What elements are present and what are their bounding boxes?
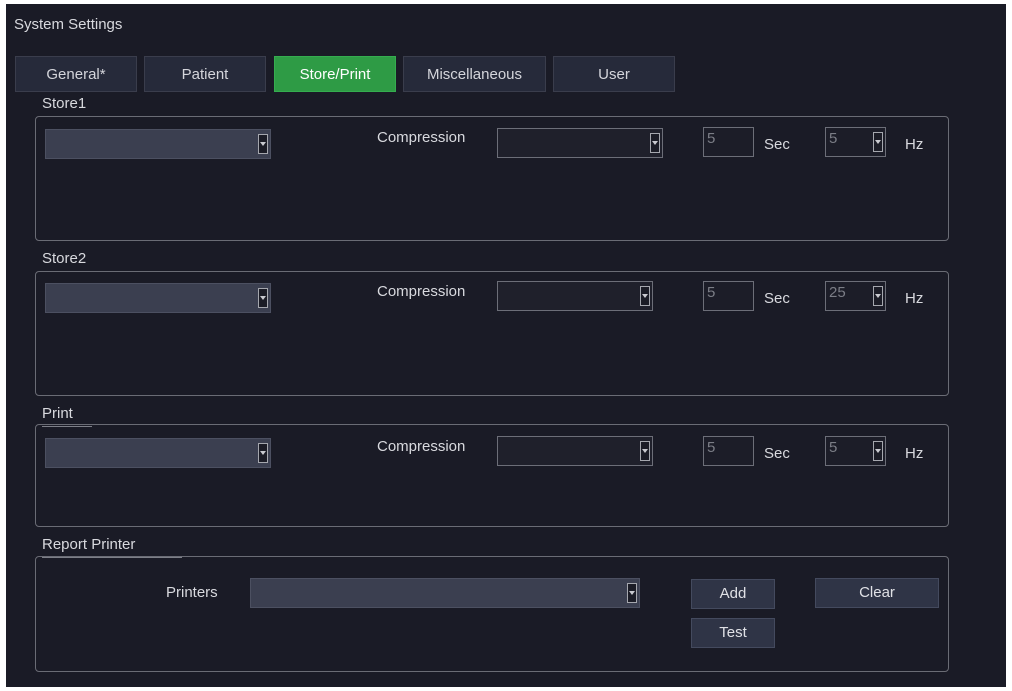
print-device-dropdown[interactable] — [45, 438, 271, 468]
print-rate-value: 5 — [829, 439, 838, 456]
report-printer-group-box — [35, 556, 949, 672]
store2-seconds-input[interactable]: 5 — [703, 281, 754, 311]
print-seconds-unit: Sec — [764, 445, 790, 462]
add-button[interactable]: Add — [691, 579, 775, 609]
store2-seconds-unit: Sec — [764, 290, 790, 307]
tab-miscellaneous[interactable]: Miscellaneous — [403, 56, 546, 92]
print-rate-spinner[interactable]: 5 — [825, 436, 886, 466]
chevron-down-icon[interactable] — [873, 286, 883, 306]
chevron-down-icon — [640, 286, 650, 306]
chevron-down-icon — [258, 443, 268, 463]
printers-dropdown[interactable] — [250, 578, 640, 608]
store2-group-label: Store2 — [42, 250, 87, 267]
store1-seconds-unit: Sec — [764, 136, 790, 153]
print-group-label: Print — [42, 405, 73, 422]
tab-general[interactable]: General* — [15, 56, 137, 92]
store2-rate-value: 25 — [829, 284, 846, 301]
store1-rate-unit: Hz — [905, 136, 924, 153]
tab-user[interactable]: User — [553, 56, 675, 92]
printers-label: Printers — [166, 584, 218, 601]
system-settings-window: System Settings General* Patient Store/P… — [6, 4, 1006, 687]
chevron-down-icon — [627, 583, 637, 603]
print-rate-unit: Hz — [905, 445, 924, 462]
store2-rate-spinner[interactable]: 25 — [825, 281, 886, 311]
store2-compression-label: Compression — [377, 283, 466, 300]
tab-patient[interactable]: Patient — [144, 56, 266, 92]
store2-compression-dropdown[interactable] — [497, 281, 653, 311]
window-title: System Settings — [14, 16, 123, 33]
chevron-down-icon — [258, 288, 268, 308]
store1-group-label: Store1 — [42, 95, 87, 112]
store2-rate-unit: Hz — [905, 290, 924, 307]
store1-seconds-input[interactable]: 5 — [703, 127, 754, 157]
store1-rate-value: 5 — [829, 130, 838, 147]
print-compression-dropdown[interactable] — [497, 436, 653, 466]
store1-rate-spinner[interactable]: 5 — [825, 127, 886, 157]
print-compression-label: Compression — [377, 438, 466, 455]
report-printer-group-label: Report Printer — [42, 536, 136, 553]
store1-compression-label: Compression — [377, 129, 466, 146]
test-button[interactable]: Test — [691, 618, 775, 648]
chevron-down-icon — [258, 134, 268, 154]
chevron-down-icon[interactable] — [873, 132, 883, 152]
chevron-down-icon[interactable] — [873, 441, 883, 461]
store1-device-dropdown[interactable] — [45, 129, 271, 159]
print-seconds-input[interactable]: 5 — [703, 436, 754, 466]
chevron-down-icon — [650, 133, 660, 153]
clear-button[interactable]: Clear — [815, 578, 939, 608]
tab-store-print[interactable]: Store/Print — [274, 56, 396, 92]
store2-device-dropdown[interactable] — [45, 283, 271, 313]
store1-compression-dropdown[interactable] — [497, 128, 663, 158]
chevron-down-icon — [640, 441, 650, 461]
